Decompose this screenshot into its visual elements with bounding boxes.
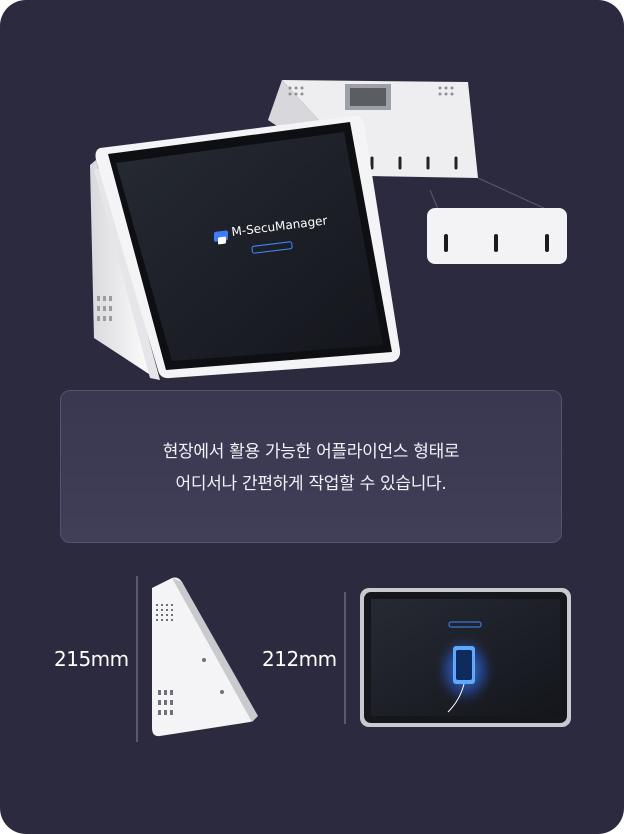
height-dimension-label: 215mm bbox=[54, 647, 129, 671]
caption-line-2: 어디서나 간편하게 작업할 수 있습니다. bbox=[175, 474, 447, 494]
width-dimension-label: 212mm bbox=[262, 647, 337, 671]
caption-line-1: 현장에서 활용 가능한 어플라이언스 형태로 bbox=[162, 442, 460, 462]
device-side-view bbox=[136, 576, 258, 742]
caption-box: 현장에서 활용 가능한 어플라이언스 형태로 어디서나 간편하게 작업할 수 있… bbox=[60, 390, 562, 543]
product-card: M-SecuManager 현장에서 활용 가능한 어플라이언스 형태로 어디서… bbox=[0, 0, 624, 834]
device-front-angled: M-SecuManager bbox=[90, 115, 401, 380]
port-detail-zoom bbox=[427, 208, 567, 264]
device-front-view bbox=[344, 588, 571, 727]
